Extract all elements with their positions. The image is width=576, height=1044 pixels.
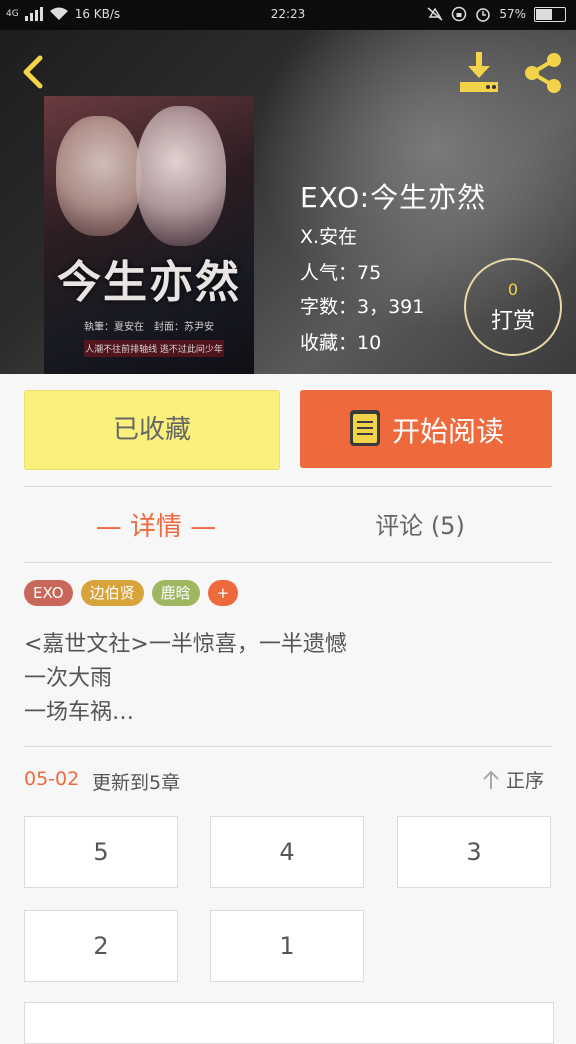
book-cover: 今生亦然 執筆：夏安在 封面：苏尹安 人潮不往前排轴线 逃不过此间少年 [44, 96, 254, 374]
update-status: 更新到5章 [92, 772, 181, 794]
tip-button[interactable]: 0 打赏 [464, 258, 562, 356]
mute-icon [427, 7, 443, 21]
lock-rotation-icon [452, 6, 467, 22]
update-date: 05-02 [24, 768, 80, 790]
description-line: <嘉世文社>一半惊喜，一半遗憾 [24, 632, 347, 657]
book-description: <嘉世文社>一半惊喜，一半遗憾 一次大雨 一场车祸… [24, 628, 347, 730]
tip-label: 打赏 [490, 309, 535, 334]
status-bar: 4G 16 KB/s 22:23 57% [0, 0, 576, 30]
tag-exo[interactable]: EXO [24, 580, 73, 606]
favorite-label: 已收藏 [112, 415, 191, 445]
back-button[interactable] [16, 52, 56, 92]
alarm-icon [476, 8, 491, 22]
book-popularity: 人气：75 [300, 262, 382, 284]
chapter-button[interactable]: 3 [397, 816, 551, 888]
book-author: X.安在 [300, 226, 358, 248]
divider [24, 746, 552, 747]
book-title: EXO:今生亦然 [300, 181, 487, 214]
book-word-count: 字数：3，391 [300, 296, 425, 318]
battery-percent: 57% [499, 7, 526, 21]
cover-title: 今生亦然 [57, 257, 241, 308]
start-reading-button[interactable]: 开始阅读 [300, 390, 552, 468]
chapter-button[interactable]: 5 [24, 816, 178, 888]
tag-baekhyun[interactable]: 边伯贤 [80, 580, 144, 606]
divider [24, 486, 552, 487]
share-button[interactable] [520, 50, 566, 96]
cover-credit: 執筆：夏安在 封面：苏尹安 [84, 322, 214, 333]
book-header: 今生亦然 執筆：夏安在 封面：苏尹安 人潮不往前排轴线 逃不过此间少年 EXO:… [0, 30, 576, 374]
arrow-up-icon [483, 770, 499, 789]
download-icon [460, 52, 498, 92]
next-section-card [24, 1002, 554, 1044]
book-favorites: 收藏：10 [300, 332, 382, 354]
description-line: 一次大雨 [24, 666, 113, 691]
sort-label: 正序 [506, 770, 545, 792]
chapter-button[interactable]: 4 [210, 816, 364, 888]
chapter-button[interactable]: 2 [24, 910, 178, 982]
cover-tagline: 人潮不往前排轴线 逃不过此间少年 [84, 340, 224, 357]
tab-detail[interactable]: — 详情 — [24, 506, 288, 543]
start-reading-label: 开始阅读 [392, 415, 505, 448]
tag-list: EXO 边伯贤 鹿晗 + [24, 580, 239, 606]
divider [24, 562, 552, 563]
chevron-left-icon [23, 55, 43, 89]
add-tag-button[interactable]: + [207, 580, 239, 606]
tab-comments[interactable]: 评论 (5) [288, 506, 552, 541]
description-line: 一场车祸… [24, 700, 135, 725]
tip-count: 0 [507, 280, 519, 299]
battery-icon [534, 6, 566, 22]
clock: 22:23 [270, 7, 306, 21]
share-icon [525, 53, 561, 93]
favorite-button[interactable]: 已收藏 [24, 390, 280, 470]
sort-order-button[interactable]: 正序 [482, 766, 544, 793]
download-button[interactable] [456, 50, 502, 96]
tag-luhan[interactable]: 鹿晗 [151, 580, 200, 606]
book-icon [350, 410, 380, 446]
chapter-button[interactable]: 1 [210, 910, 364, 982]
